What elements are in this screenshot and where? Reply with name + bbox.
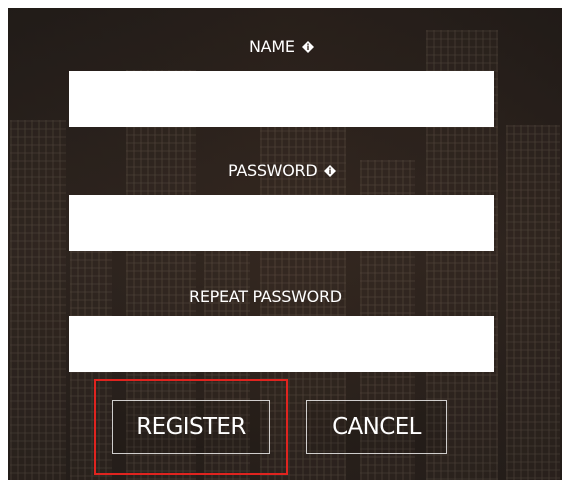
info-icon[interactable]: [323, 164, 337, 178]
repeat-password-label: REPEAT PASSWORD: [189, 288, 342, 306]
registration-panel: NAME PASSWORD REPEAT PASSWORD REGISTER C…: [8, 8, 562, 480]
register-button-label: REGISTER: [136, 414, 246, 440]
name-label: NAME: [249, 38, 315, 56]
name-input[interactable]: [69, 71, 494, 127]
cancel-button[interactable]: CANCEL: [306, 400, 447, 454]
cancel-button-label: CANCEL: [332, 414, 421, 440]
name-label-text: NAME: [249, 37, 295, 56]
register-button[interactable]: REGISTER: [112, 400, 270, 454]
repeat-password-label-text: REPEAT PASSWORD: [189, 287, 342, 306]
password-input[interactable]: [69, 195, 494, 251]
repeat-password-input[interactable]: [69, 316, 494, 372]
info-icon[interactable]: [301, 40, 315, 54]
password-label-text: PASSWORD: [228, 161, 318, 180]
password-label: PASSWORD: [228, 162, 337, 180]
